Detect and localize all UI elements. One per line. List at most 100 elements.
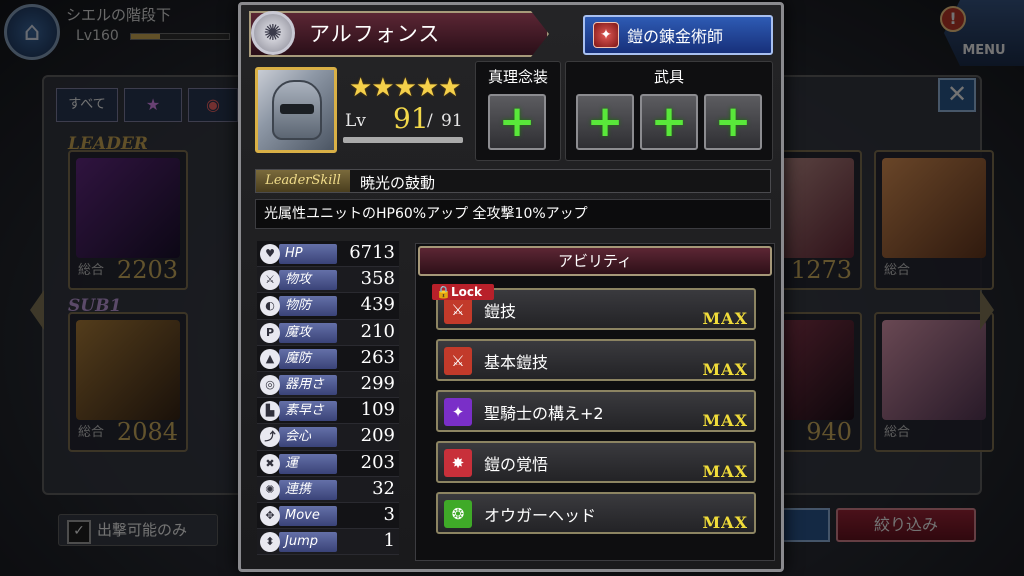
- stat-row: 物攻 ⚔ 358: [257, 267, 399, 294]
- ability-level: MAX: [702, 513, 748, 532]
- ability-icon: ⚔: [444, 296, 472, 324]
- character-title: 鎧の錬金術師: [627, 27, 724, 46]
- card-value: 2203: [116, 256, 178, 284]
- rarity-stars: ★★★★★: [349, 73, 462, 103]
- ability-level: MAX: [702, 462, 748, 481]
- star-icon: ★: [145, 95, 161, 114]
- weapon-equipment-box: 武具 + + +: [565, 61, 773, 161]
- truth-equipment-slot[interactable]: +: [488, 94, 546, 150]
- level-progress-bar: [343, 137, 463, 143]
- unit-portrait: [882, 320, 986, 420]
- ability-row[interactable]: ❂ オウガーヘッド MAX: [436, 492, 756, 534]
- ability-level: MAX: [702, 360, 748, 379]
- stat-value: 109: [360, 399, 395, 421]
- unit-portrait: [76, 158, 180, 258]
- card-label: 総合: [884, 425, 911, 440]
- player-exp-bar: [130, 33, 230, 40]
- close-button[interactable]: ✕: [938, 78, 976, 112]
- stat-label: 素早さ: [279, 401, 337, 422]
- card-value: 1273: [790, 256, 852, 284]
- jump-icon: ⬍: [260, 532, 280, 553]
- stat-row: 会心 ⤴ 209: [257, 424, 399, 451]
- character-name: アルフォンス: [309, 22, 441, 46]
- ability-row[interactable]: ✸ 鎧の覚悟 MAX: [436, 441, 756, 483]
- prev-arrow-icon[interactable]: [30, 290, 44, 330]
- weapon-slot-3[interactable]: +: [704, 94, 762, 150]
- weapon-slot-2[interactable]: +: [640, 94, 698, 150]
- move-icon: ✥: [260, 505, 280, 526]
- stat-value: 263: [360, 346, 395, 368]
- stat-label: 連携: [279, 479, 337, 500]
- unit-card[interactable]: 総合: [874, 312, 994, 452]
- luck-icon: ✖: [260, 453, 280, 474]
- narrow-down-button[interactable]: 絞り込み: [836, 508, 976, 542]
- ability-name: 聖騎士の構え+2: [484, 404, 604, 423]
- stat-row: 魔攻 P 210: [257, 319, 399, 346]
- level-label: Lv: [345, 111, 366, 131]
- stat-value: 203: [360, 451, 395, 473]
- home-icon: ⌂: [23, 17, 41, 47]
- home-button[interactable]: ⌂: [4, 4, 60, 60]
- stat-value: 1: [383, 530, 395, 552]
- ability-name: 鎧の覚悟: [484, 455, 549, 474]
- shield-icon: ◐: [260, 296, 280, 317]
- alert-icon[interactable]: !: [940, 6, 966, 32]
- stats-table: HP ♥ 6713 物攻 ⚔ 358 物防 ◐ 439 魔攻 P 210 魔防 ▲ 263 器用さ ◎ 299 素早…: [257, 241, 399, 559]
- leader-skill-description: 光属性ユニットのHP60%アップ 全攻撃10%アップ: [255, 199, 771, 229]
- leader-skill-bar: LeaderSkill 暁光の鼓動: [255, 169, 771, 193]
- unit-card[interactable]: 総合: [874, 150, 994, 290]
- unit-card[interactable]: 総合 2084: [68, 312, 188, 452]
- stat-value: 6713: [349, 242, 395, 263]
- card-label: 総合: [78, 425, 105, 440]
- filter-all-tab[interactable]: すべて: [56, 88, 118, 122]
- stat-value: 210: [360, 320, 395, 342]
- character-portrait: [255, 67, 337, 153]
- stat-value: 209: [360, 425, 395, 447]
- sword-icon: ⚔: [260, 270, 280, 291]
- plus-icon: +: [586, 96, 624, 147]
- ability-row[interactable]: ⚔ 基本鎧技 MAX: [436, 339, 756, 381]
- lock-badge: 🔒Lock: [432, 284, 494, 300]
- card-label: 総合: [78, 263, 105, 278]
- plus-icon: +: [498, 96, 536, 147]
- stat-label: 魔防: [279, 348, 337, 369]
- ability-header: アビリティ: [418, 246, 772, 276]
- truth-equipment-box: 真理念装 +: [475, 61, 561, 161]
- lock-label: Lock: [450, 285, 482, 299]
- stat-label: 運: [279, 453, 337, 474]
- critical-icon: ⤴: [260, 427, 280, 448]
- ability-row[interactable]: ✦ 聖騎士の構え+2 MAX: [436, 390, 756, 432]
- dexterity-icon: ◎: [260, 374, 280, 395]
- alchemy-emblem-icon: ✦: [593, 22, 619, 48]
- next-arrow-icon[interactable]: [980, 290, 994, 330]
- stat-row: 素早さ ▙ 109: [257, 398, 399, 425]
- stat-label: Move: [279, 505, 337, 526]
- speed-icon: ▙: [260, 401, 280, 422]
- level-progress-fill: [343, 137, 463, 143]
- weapon-slot-1[interactable]: +: [576, 94, 634, 150]
- level-max: 91: [441, 111, 463, 131]
- sortie-only-checkbox[interactable]: 出撃可能のみ: [58, 514, 218, 546]
- stat-label: 物防: [279, 296, 337, 317]
- stat-row: 魔防 ▲ 263: [257, 345, 399, 372]
- stat-value: 439: [360, 294, 395, 316]
- sort-button[interactable]: [780, 508, 830, 542]
- stat-row: 運 ✖ 203: [257, 450, 399, 477]
- stat-row: 連携 ✺ 32: [257, 476, 399, 503]
- stat-value: 3: [383, 503, 395, 525]
- stat-label: 魔攻: [279, 322, 337, 343]
- filter-element-tab[interactable]: ◉: [188, 88, 238, 122]
- leader-skill-tag: LeaderSkill: [256, 170, 350, 192]
- stat-row: 器用さ ◎ 299: [257, 371, 399, 399]
- stat-label: 器用さ: [279, 374, 337, 395]
- card-value: 2084: [116, 418, 178, 446]
- filter-star-tab[interactable]: ★: [124, 88, 182, 122]
- stat-value: 299: [360, 372, 395, 394]
- card-label: 総合: [884, 263, 911, 278]
- ability-level: MAX: [702, 411, 748, 430]
- player-level: Lv160: [76, 28, 119, 44]
- level-value: 91: [393, 102, 429, 135]
- light-element-icon: ✺: [251, 11, 295, 55]
- stat-row: Move ✥ 3: [257, 502, 399, 530]
- unit-card[interactable]: 総合 2203: [68, 150, 188, 290]
